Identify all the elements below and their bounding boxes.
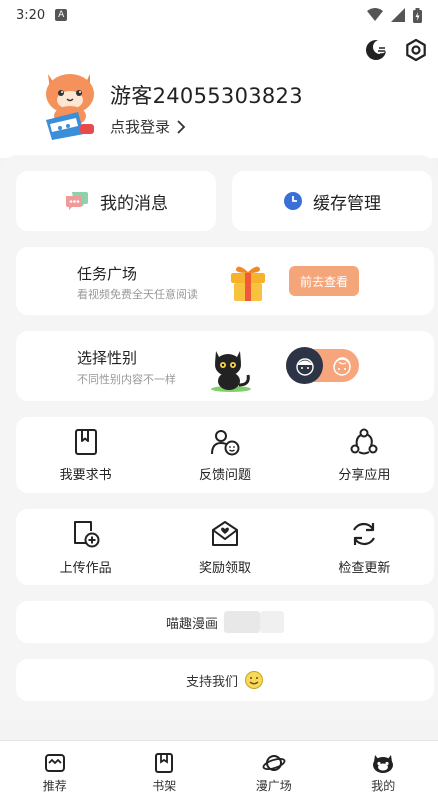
chevron-right-icon xyxy=(176,119,186,134)
upload-work-label: 上传作品 xyxy=(59,560,112,576)
request-book-button[interactable]: 我要求书 xyxy=(16,417,155,493)
gender-select-subtitle: 不同性别内容不一样 xyxy=(77,373,176,386)
feedback-label: 反馈问题 xyxy=(198,467,251,483)
profile-header: 游客24055303823 点我登录 xyxy=(0,30,438,158)
nav-comic-plaza[interactable]: 漫广场 xyxy=(219,741,329,804)
female-face-icon[interactable] xyxy=(328,352,355,379)
recommend-icon xyxy=(44,752,66,774)
main-panel: 我的消息 缓存管理 任务广场 看视频免费全天任意阅读 前去查看 选择性别 不同性… xyxy=(0,155,438,720)
cache-management-label: 缓存管理 xyxy=(313,193,381,214)
cat-face-icon xyxy=(371,752,395,774)
reward-mail-icon xyxy=(210,519,240,549)
check-update-button[interactable]: 检查更新 xyxy=(295,509,434,585)
cache-management-card[interactable]: 缓存管理 xyxy=(232,171,432,231)
reward-claim-button[interactable]: 奖励领取 xyxy=(155,509,294,585)
login-prompt-text: 点我登录 xyxy=(110,118,171,136)
top-icons xyxy=(364,38,428,62)
notification-icon: A xyxy=(55,9,68,21)
my-messages-card[interactable]: 我的消息 xyxy=(16,171,216,231)
upload-work-button[interactable]: 上传作品 xyxy=(16,509,155,585)
planet-icon xyxy=(262,752,286,774)
black-cat-icon xyxy=(206,345,256,393)
clock-icon xyxy=(283,191,303,211)
share-icon xyxy=(349,428,379,456)
task-plaza-card[interactable]: 任务广场 看视频免费全天任意阅读 前去查看 xyxy=(16,247,434,315)
nav-bookshelf[interactable]: 书架 xyxy=(110,741,220,804)
app-name-label: 喵趣漫画 xyxy=(165,616,218,632)
gender-select-card[interactable]: 选择性别 不同性别内容不一样 xyxy=(16,331,434,401)
status-icons xyxy=(367,7,422,23)
version-blurred xyxy=(224,611,260,633)
upload-icon xyxy=(71,519,101,549)
nav-mine[interactable]: 我的 xyxy=(329,741,438,804)
avatar[interactable] xyxy=(40,68,102,140)
gift-box-icon xyxy=(228,263,268,303)
book-request-icon xyxy=(73,428,99,456)
go-check-button[interactable]: 前去查看 xyxy=(289,266,359,296)
support-us-card[interactable]: 支持我们 xyxy=(16,659,434,701)
gender-select-title: 选择性别 xyxy=(77,349,138,367)
login-link[interactable]: 点我登录 xyxy=(110,116,186,137)
chat-bubble-icon xyxy=(64,190,90,212)
status-time: 3:20 xyxy=(16,7,46,23)
feedback-icon xyxy=(210,428,240,456)
version-blurred-tail xyxy=(260,611,284,633)
wifi-icon xyxy=(367,8,383,22)
nav-comic-plaza-label: 漫广场 xyxy=(255,778,292,793)
my-messages-label: 我的消息 xyxy=(100,193,168,214)
settings-icon[interactable] xyxy=(404,38,428,62)
gender-toggle[interactable] xyxy=(286,347,359,384)
feature-grid-row-2: 上传作品 奖励领取 检查更新 xyxy=(16,509,434,585)
feedback-button[interactable]: 反馈问题 xyxy=(155,417,294,493)
feature-grid-row-1: 我要求书 反馈问题 分享应用 xyxy=(16,417,434,493)
bookshelf-icon xyxy=(153,752,175,774)
nav-recommend-label: 推荐 xyxy=(42,778,67,793)
reward-claim-label: 奖励领取 xyxy=(198,560,251,576)
task-plaza-subtitle: 看视频免费全天任意阅读 xyxy=(77,288,198,301)
nav-bookshelf-label: 书架 xyxy=(152,778,177,793)
bottom-nav: 推荐 书架 漫广场 我的 xyxy=(0,740,438,804)
nav-mine-label: 我的 xyxy=(371,778,396,793)
support-us-label: 支持我们 xyxy=(185,674,238,690)
task-plaza-title: 任务广场 xyxy=(77,265,138,283)
battery-icon xyxy=(413,7,422,23)
male-face-icon[interactable] xyxy=(286,347,323,384)
nav-recommend[interactable]: 推荐 xyxy=(0,741,110,804)
username: 游客24055303823 xyxy=(110,84,303,108)
share-app-label: 分享应用 xyxy=(338,467,391,483)
signal-icon xyxy=(391,8,405,22)
app-info-card[interactable]: 喵趣漫画 xyxy=(16,601,434,643)
night-mode-icon[interactable] xyxy=(364,38,388,62)
share-app-button[interactable]: 分享应用 xyxy=(295,417,434,493)
status-bar: 3:20 A xyxy=(0,0,438,30)
request-book-label: 我要求书 xyxy=(59,467,112,483)
smiley-icon xyxy=(244,670,264,690)
check-update-label: 检查更新 xyxy=(338,560,391,576)
refresh-icon xyxy=(349,519,379,549)
